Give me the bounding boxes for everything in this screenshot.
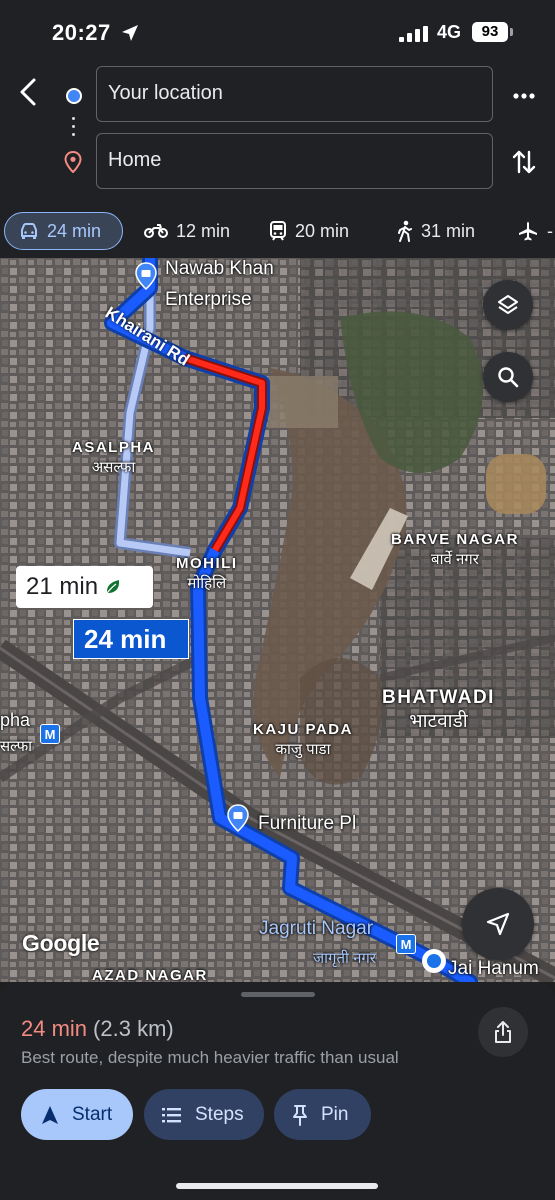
place-label-jagruti[interactable]: Jagruti Nagar (259, 918, 373, 940)
route-distance: (2.3 km) (93, 1016, 174, 1041)
location-arrow-icon (122, 25, 138, 41)
place-label-pha[interactable]: pha (0, 710, 30, 731)
area-name: KAJU PADA (253, 721, 353, 738)
metro-station-icon[interactable]: M (396, 934, 416, 954)
area-label-kaju-pada: KAJU PADA काजु पाडा (253, 720, 353, 760)
destination-input[interactable]: Home (96, 133, 493, 189)
directions-header: Your location Home (0, 62, 555, 202)
status-bar: 20:27 4G 93 (0, 0, 555, 62)
status-time: 20:27 (52, 20, 111, 45)
tab-walking-label: 31 min (421, 220, 476, 241)
swap-directions-icon[interactable] (510, 146, 538, 178)
tab-driving[interactable]: 24 min (4, 212, 123, 250)
place-label-furniture[interactable]: Furniture Pl (258, 813, 356, 835)
transit-icon (270, 221, 286, 241)
map-view[interactable]: Nawab Khan Enterprise Khairani Rd ASALPH… (0, 258, 555, 982)
place-label-nawab[interactable]: Nawab Khan (165, 258, 274, 280)
area-label-azad: AZAD NAGAR (92, 966, 208, 982)
tab-motorbike[interactable]: 12 min (144, 212, 230, 250)
route-note: Best route, despite much heavier traffic… (21, 1048, 399, 1067)
alt-route-time: 21 min (26, 573, 99, 600)
area-label-mohili: MOHILI मोहिलि (176, 554, 238, 594)
place-label-nawab-line2[interactable]: Enterprise (165, 289, 252, 311)
place-label-pha-local: सल्फा (0, 738, 33, 755)
area-name-local: काजु पाडा (275, 741, 331, 758)
area-name-local: भाटवाडी (409, 711, 468, 732)
list-icon (162, 1107, 181, 1122)
alt-route-callout[interactable]: 21 min (16, 566, 153, 608)
area-label-asalpha: ASALPHA असल्फा (72, 438, 155, 478)
area-name: MOHILI (176, 555, 238, 572)
tab-flight-label: - (547, 220, 553, 241)
eco-leaf-icon (106, 580, 120, 594)
route-summary: 24 min (2.3 km) (21, 1016, 174, 1042)
car-icon (21, 223, 37, 239)
walk-icon (398, 220, 412, 242)
tab-transit-label: 20 min (295, 220, 350, 241)
flight-icon (519, 222, 537, 241)
steps-label: Steps (195, 1103, 244, 1125)
route-summary-sheet: 24 min (2.3 km) Best route, despite much … (0, 982, 555, 1200)
network-type: 4G (437, 22, 462, 42)
area-name-local: असल्फा (91, 459, 136, 476)
place-label-jai-hanuman[interactable]: Jai Hanum (448, 958, 539, 980)
share-button[interactable] (478, 1007, 528, 1057)
area-name: BHATWADI (382, 687, 495, 708)
navigation-arrow-icon (486, 912, 510, 936)
start-label: Start (72, 1103, 113, 1125)
start-button[interactable]: Start (21, 1089, 133, 1140)
area-label-bhatwadi: BHATWADI भाटवाडी (382, 686, 495, 734)
battery-tip (510, 28, 513, 36)
area-name-local: बार्वे नगर (431, 551, 479, 568)
destination-pin-icon (64, 151, 82, 173)
tab-flight[interactable]: - (517, 212, 553, 250)
search-icon (498, 367, 519, 388)
pin-label: Pin (321, 1103, 349, 1125)
recenter-button[interactable] (462, 888, 534, 960)
tab-driving-label: 24 min (47, 220, 102, 241)
home-indicator (176, 1183, 378, 1189)
more-options-icon[interactable] (510, 84, 538, 108)
origin-input[interactable]: Your location (96, 66, 493, 122)
layers-button[interactable] (483, 280, 533, 330)
steps-button[interactable]: Steps (144, 1089, 264, 1140)
signal-icon (399, 26, 428, 42)
travel-mode-tabs: 24 min 12 min 20 min 31 min - (0, 202, 555, 258)
area-name: AZAD NAGAR (92, 967, 208, 982)
layers-icon (498, 295, 518, 314)
back-arrow-icon[interactable] (14, 74, 46, 110)
tab-motorbike-label: 12 min (176, 220, 231, 241)
metro-station-icon[interactable]: M (40, 724, 60, 744)
share-icon (495, 1021, 511, 1043)
search-map-button[interactable] (483, 352, 533, 402)
area-name: BARVE NAGAR (391, 531, 519, 548)
battery-indicator: 93 (472, 22, 508, 42)
shopping-pin-icon[interactable] (134, 262, 158, 290)
current-location-core (427, 954, 441, 968)
main-route-callout[interactable]: 24 min (73, 619, 189, 659)
origin-dot-icon (66, 88, 82, 104)
area-name: ASALPHA (72, 439, 156, 456)
navigation-start-icon (42, 1105, 58, 1124)
furniture-pin-icon[interactable] (226, 804, 250, 832)
drag-handle[interactable] (241, 992, 315, 997)
pushpin-icon (293, 1104, 307, 1126)
route-dots-icon (72, 117, 76, 141)
tab-walking[interactable]: 31 min (397, 212, 475, 250)
route-duration: 24 min (21, 1016, 88, 1041)
motorbike-icon (144, 224, 168, 238)
tab-transit[interactable]: 20 min (269, 212, 349, 250)
area-name-local: मोहिलि (187, 575, 227, 592)
place-label-jagruti-local: जागृती नगर (313, 950, 376, 967)
pin-button[interactable]: Pin (274, 1089, 371, 1140)
area-label-barve: BARVE NAGAR बार्वे नगर (391, 530, 519, 570)
google-attribution: Google (22, 930, 100, 956)
